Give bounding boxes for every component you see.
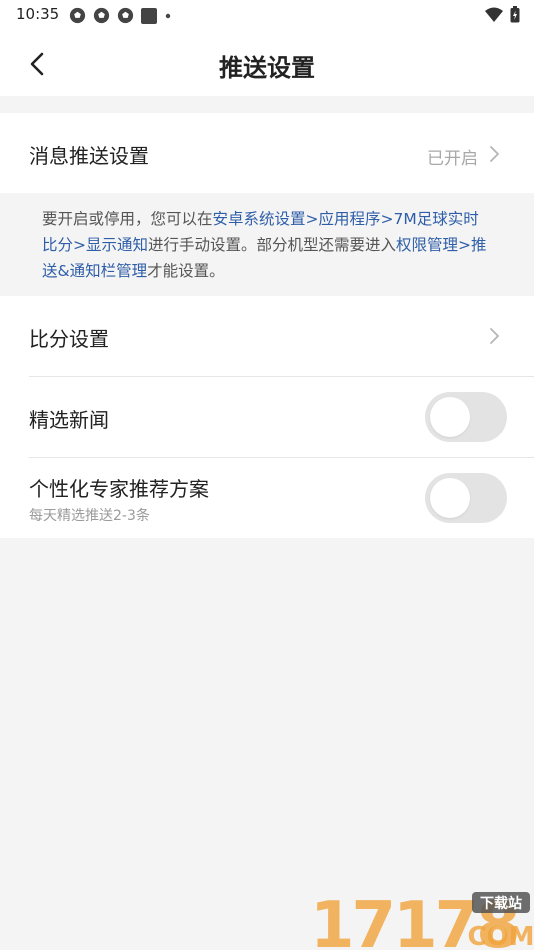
watermark-17178-logo: 17178 下载站 COM xyxy=(310,889,534,950)
featured-news-row: 精选新闻 xyxy=(0,377,534,457)
settings-list: 比分设置 精选新闻 个性化专家推荐方案 每天精选推送2-3条 xyxy=(0,296,534,538)
app-square-icon xyxy=(141,7,157,24)
message-push-label: 消息推送设置 xyxy=(29,144,149,168)
soccer-ball-icon xyxy=(117,7,134,24)
page-title: 推送设置 xyxy=(219,54,315,82)
expert-recommend-toggle[interactable] xyxy=(425,473,507,523)
message-push-section: 消息推送设置 已开启 xyxy=(0,113,534,193)
featured-news-toggle[interactable] xyxy=(425,392,507,442)
status-time: 10:35 xyxy=(16,5,60,23)
score-settings-label: 比分设置 xyxy=(29,327,109,351)
soccer-ball-icon xyxy=(69,7,86,24)
expert-recommend-subtitle: 每天精选推送2-3条 xyxy=(29,508,150,524)
message-push-status: 已开启 xyxy=(427,149,478,169)
chevron-right-icon xyxy=(490,146,499,162)
toggle-knob xyxy=(430,478,470,518)
soccer-ball-icon xyxy=(93,7,110,24)
notice-text-3: 才能设置。 xyxy=(147,262,225,280)
notice-text-1: 要开启或停用，您可以在 xyxy=(42,210,213,228)
expert-recommend-row: 个性化专家推荐方案 每天精选推送2-3条 xyxy=(0,458,534,538)
notification-icons xyxy=(68,6,173,25)
toggle-knob xyxy=(430,397,470,437)
message-push-row[interactable]: 消息推送设置 已开启 xyxy=(0,113,534,193)
svg-text:下载站: 下载站 xyxy=(480,895,522,912)
system-icons xyxy=(484,6,520,23)
svg-text:COM: COM xyxy=(467,922,534,950)
app-header: 推送设置 xyxy=(0,30,534,96)
battery-icon xyxy=(510,6,520,23)
chevron-right-icon xyxy=(490,328,499,344)
featured-news-label: 精选新闻 xyxy=(29,408,109,432)
status-bar: 10:35 xyxy=(0,0,534,30)
wifi-icon xyxy=(485,7,503,22)
expert-recommend-label: 个性化专家推荐方案 xyxy=(29,477,209,501)
score-settings-row[interactable]: 比分设置 xyxy=(0,296,534,376)
watermark-logo: 17178 下载站 COM xyxy=(310,887,534,950)
notice-text-2: 进行手动设置。部分机型还需要进入 xyxy=(148,236,397,254)
more-dot-icon xyxy=(165,13,171,18)
push-settings-notice: 要开启或停用，您可以在安卓系统设置>应用程序>7M足球实时比分>显示通知进行手动… xyxy=(42,206,492,284)
